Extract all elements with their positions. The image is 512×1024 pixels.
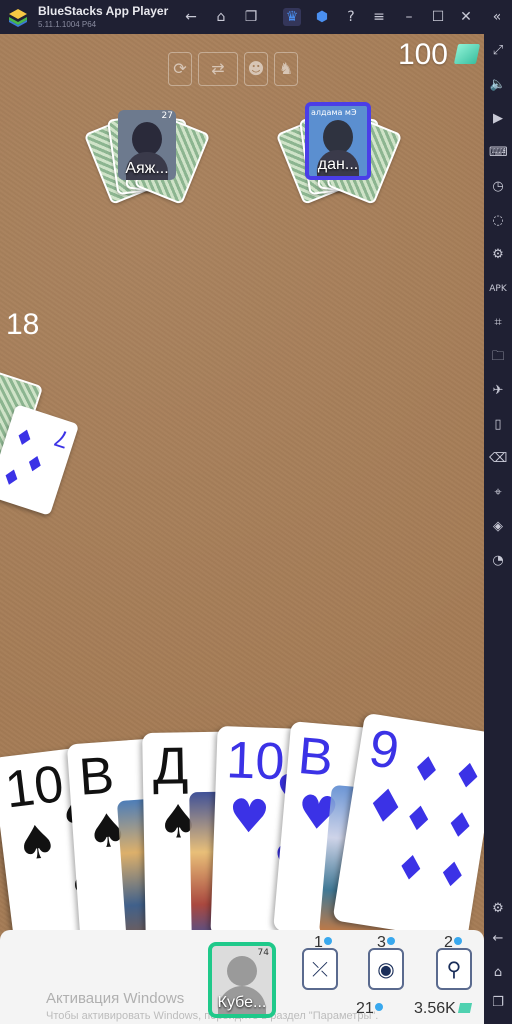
- erase-icon[interactable]: ⌫: [489, 450, 507, 468]
- sync-icon[interactable]: ◌: [489, 212, 507, 230]
- minimize-icon[interactable]: –: [400, 8, 418, 26]
- diamond-suit-icon: ♦: [408, 747, 445, 793]
- menu-icon[interactable]: ≡: [370, 8, 388, 26]
- gem-icon: [453, 44, 481, 64]
- avatar-caption: алдама мЭ: [311, 108, 357, 117]
- player-level: 74: [257, 948, 269, 958]
- title-bar: BlueStacks App Player 5.11.1.1004 P64 ← …: [0, 0, 512, 34]
- crown-icon[interactable]: ♛: [283, 8, 301, 26]
- deck-count: 18: [6, 308, 40, 341]
- trump-card: 7 ♦ ♦ ♦: [0, 404, 80, 516]
- opponent-hand-1: 27 Аяж...: [83, 100, 211, 220]
- card-rank: Д: [152, 737, 189, 796]
- screenshot-icon[interactable]: ⌗: [489, 314, 507, 332]
- spade-suit-icon: ♠: [13, 813, 61, 872]
- diamond-suit-icon: ♦: [441, 803, 479, 849]
- bluestacks-logo-icon: [9, 9, 27, 27]
- app-title: BlueStacks App Player: [38, 4, 169, 18]
- keyboard-icon[interactable]: ⌨: [489, 144, 508, 162]
- macro-icon[interactable]: ⚙: [489, 246, 507, 264]
- coin-total: 3.56K: [414, 1000, 456, 1017]
- game-table: 100 ⟳ ⇄ ☻ ♞ 27 Аяж... алдама мЭ дан... 1…: [0, 34, 484, 1024]
- layers-icon[interactable]: ◈: [489, 518, 507, 536]
- opponent-name: Аяж...: [125, 160, 169, 177]
- diamond-suit-icon: ♦: [400, 797, 437, 842]
- opponent-avatar-2[interactable]: алдама мЭ дан...: [305, 102, 371, 180]
- multi-instance-icon[interactable]: ❐: [242, 8, 260, 26]
- coin-count: 100: [397, 38, 448, 71]
- windows-activation-title: Активация Windows: [46, 990, 185, 1007]
- media-icon[interactable]: ▶: [489, 110, 507, 128]
- record-icon[interactable]: ◷: [489, 178, 507, 196]
- shield-icon[interactable]: ⬢: [313, 8, 331, 26]
- opponent-hand-2: алдама мЭ дан...: [275, 100, 403, 220]
- app-version: 5.11.1.1004 P64: [38, 20, 97, 29]
- diamond-suit-icon: ♦: [392, 846, 429, 891]
- back-icon[interactable]: ←: [182, 8, 200, 26]
- maximize-icon[interactable]: ☐: [429, 8, 447, 26]
- gem-icon: [457, 1003, 472, 1013]
- gem-dot-icon: [386, 937, 395, 945]
- avatar-face: [132, 122, 162, 156]
- trump-card-rank: 7: [50, 423, 72, 454]
- card-rank: В: [295, 726, 336, 788]
- back-icon[interactable]: ←: [489, 930, 507, 948]
- rotate-icon[interactable]: ▯: [489, 416, 507, 434]
- help-icon[interactable]: ?: [342, 8, 360, 26]
- location-icon[interactable]: ⌖: [489, 484, 507, 502]
- gem-count: 21: [356, 1000, 374, 1017]
- opponent-avatar-1[interactable]: 27 Аяж...: [118, 110, 176, 180]
- game-mode-icons: ⟳ ⇄ ☻ ♞: [168, 52, 298, 88]
- recent-apps-icon[interactable]: ❐: [489, 994, 507, 1012]
- avatar-placeholder-icon: [227, 956, 257, 986]
- avatar-face: [323, 120, 353, 154]
- settings-icon[interactable]: ⚙: [489, 900, 507, 918]
- home-icon[interactable]: ⌂: [489, 964, 507, 982]
- player-gems: 21: [356, 1000, 383, 1018]
- magnify-card-icon[interactable]: ⚲: [436, 948, 472, 990]
- apk-icon[interactable]: APK: [489, 280, 507, 298]
- neighbors-mode-icon: ♞: [274, 52, 298, 86]
- player-name: Кубе...: [217, 994, 267, 1011]
- performance-icon[interactable]: ◔: [489, 552, 507, 570]
- coin-balance: 100: [374, 34, 484, 84]
- fullscreen-icon[interactable]: ⤢: [489, 42, 507, 60]
- gem-dot-icon: [453, 937, 462, 945]
- gem-dot-icon: [374, 1003, 383, 1011]
- player-coins: 3.56K: [414, 1000, 472, 1018]
- card-rank: 9: [365, 719, 403, 781]
- close-icon[interactable]: ✕: [457, 8, 475, 26]
- heart-suit-icon: ♥: [227, 788, 271, 844]
- opponent-level: 27: [161, 111, 173, 121]
- player-avatar[interactable]: 74 Кубе...: [208, 942, 276, 1018]
- card-rank: В: [77, 746, 116, 807]
- volume-icon[interactable]: 🔈: [489, 76, 507, 94]
- rotate-mode-icon: ⟳: [168, 52, 192, 86]
- transfer-mode-icon: ⇄: [198, 52, 238, 86]
- folder-icon[interactable]: 🗀: [489, 348, 507, 366]
- swap-card-icon[interactable]: ⤫: [302, 948, 338, 990]
- home-icon[interactable]: ⌂: [212, 8, 230, 26]
- collapse-icon[interactable]: «: [488, 8, 506, 26]
- cheater-mode-icon: ☻: [244, 52, 268, 86]
- emulator-sidebar: ⤢ 🔈 ▶ ⌨ ◷ ◌ ⚙ APK ⌗ 🗀 ✈ ▯ ⌫ ⌖ ◈ ◔ ⚙ ← ⌂ …: [484, 34, 512, 1024]
- gem-dot-icon: [323, 937, 332, 945]
- diamond-suit-icon: ♦: [433, 853, 471, 898]
- diamond-suit-icon: ♦: [449, 754, 484, 799]
- airplane-icon[interactable]: ✈: [489, 382, 507, 400]
- opponent-name: дан...: [317, 156, 359, 173]
- eye-card-icon[interactable]: ◉: [368, 948, 404, 990]
